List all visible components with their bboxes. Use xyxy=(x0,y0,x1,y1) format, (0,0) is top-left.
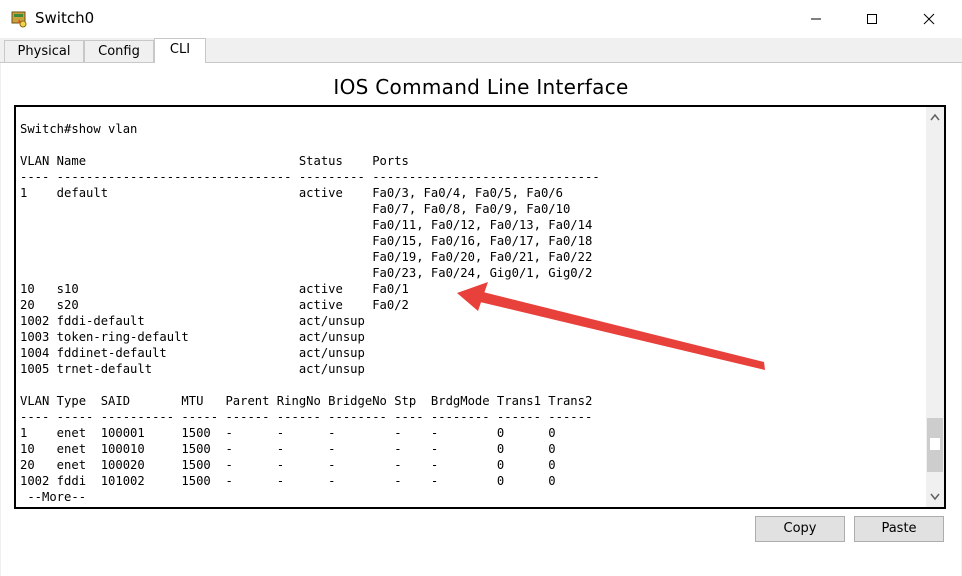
terminal-line: 20 enet 100020 1500 - - - - - 0 0 xyxy=(20,458,556,472)
terminal-line: Fa0/7, Fa0/8, Fa0/9, Fa0/10 xyxy=(20,202,571,216)
terminal-line: Fa0/19, Fa0/20, Fa0/21, Fa0/22 xyxy=(20,250,593,264)
close-button[interactable] xyxy=(906,0,952,38)
chevron-up-icon xyxy=(930,113,940,121)
copy-button[interactable]: Copy xyxy=(755,516,845,542)
title-bar: Switch0 xyxy=(0,0,962,38)
minimize-icon xyxy=(811,18,821,20)
terminal-line: 1004 fddinet-default act/unsup xyxy=(20,346,365,360)
terminal-line: Fa0/23, Fa0/24, Gig0/1, Gig0/2 xyxy=(20,266,593,280)
tab-physical[interactable]: Physical xyxy=(4,40,84,62)
close-icon xyxy=(923,13,935,25)
cli-terminal[interactable]: Switch#show vlan VLAN Name Status Ports --… xyxy=(14,105,946,509)
tab-cli[interactable]: CLI xyxy=(154,38,206,63)
scroll-down-button[interactable] xyxy=(926,487,944,507)
paste-button[interactable]: Paste xyxy=(854,516,944,542)
terminal-output: Switch#show vlan VLAN Name Status Ports --… xyxy=(20,121,600,505)
terminal-line: 20 s20 active Fa0/2 xyxy=(20,298,409,312)
terminal-line: 1 enet 100001 1500 - - - - - 0 0 xyxy=(20,426,556,440)
switch-device-icon xyxy=(10,9,30,29)
terminal-line: VLAN Type SAID MTU Parent RingNo BridgeN… xyxy=(20,394,593,408)
chevron-down-icon xyxy=(930,493,940,501)
tab-bar: Physical Config CLI xyxy=(0,38,962,63)
scroll-thumb-grip xyxy=(930,437,940,450)
terminal-line: 1002 fddi 101002 1500 - - - - - 0 0 xyxy=(20,474,556,488)
terminal-line: VLAN Name Status Ports xyxy=(20,154,409,168)
terminal-line: 10 s10 active Fa0/1 xyxy=(20,282,409,296)
terminal-line: 10 enet 100010 1500 - - - - - 0 0 xyxy=(20,442,556,456)
terminal-line: Switch#show vlan xyxy=(20,122,138,136)
terminal-line: 1003 token-ring-default act/unsup xyxy=(20,330,365,344)
scroll-up-button[interactable] xyxy=(926,107,944,127)
maximize-icon xyxy=(867,14,877,24)
terminal-scrollbar[interactable] xyxy=(926,107,944,507)
terminal-line: 1002 fddi-default act/unsup xyxy=(20,314,365,328)
terminal-line: Fa0/11, Fa0/12, Fa0/13, Fa0/14 xyxy=(20,218,593,232)
terminal-line: 1005 trnet-default act/unsup xyxy=(20,362,365,376)
maximize-button[interactable] xyxy=(849,0,895,38)
terminal-line: --More-- xyxy=(20,490,87,504)
scroll-thumb[interactable] xyxy=(927,417,943,472)
window-title: Switch0 xyxy=(35,9,95,27)
terminal-line: 1 default active Fa0/3, Fa0/4, Fa0/5, Fa… xyxy=(20,186,563,200)
terminal-line: Fa0/15, Fa0/16, Fa0/17, Fa0/18 xyxy=(20,234,593,248)
terminal-line: ---- ----- ---------- ----- ------ -----… xyxy=(20,410,593,424)
cli-heading: IOS Command Line Interface xyxy=(333,75,629,99)
tab-config[interactable]: Config xyxy=(84,40,154,62)
terminal-line: ---- -------------------------------- --… xyxy=(20,170,600,184)
minimize-button[interactable] xyxy=(793,0,839,38)
cli-panel: IOS Command Line Interface Switch#show v… xyxy=(1,63,961,576)
